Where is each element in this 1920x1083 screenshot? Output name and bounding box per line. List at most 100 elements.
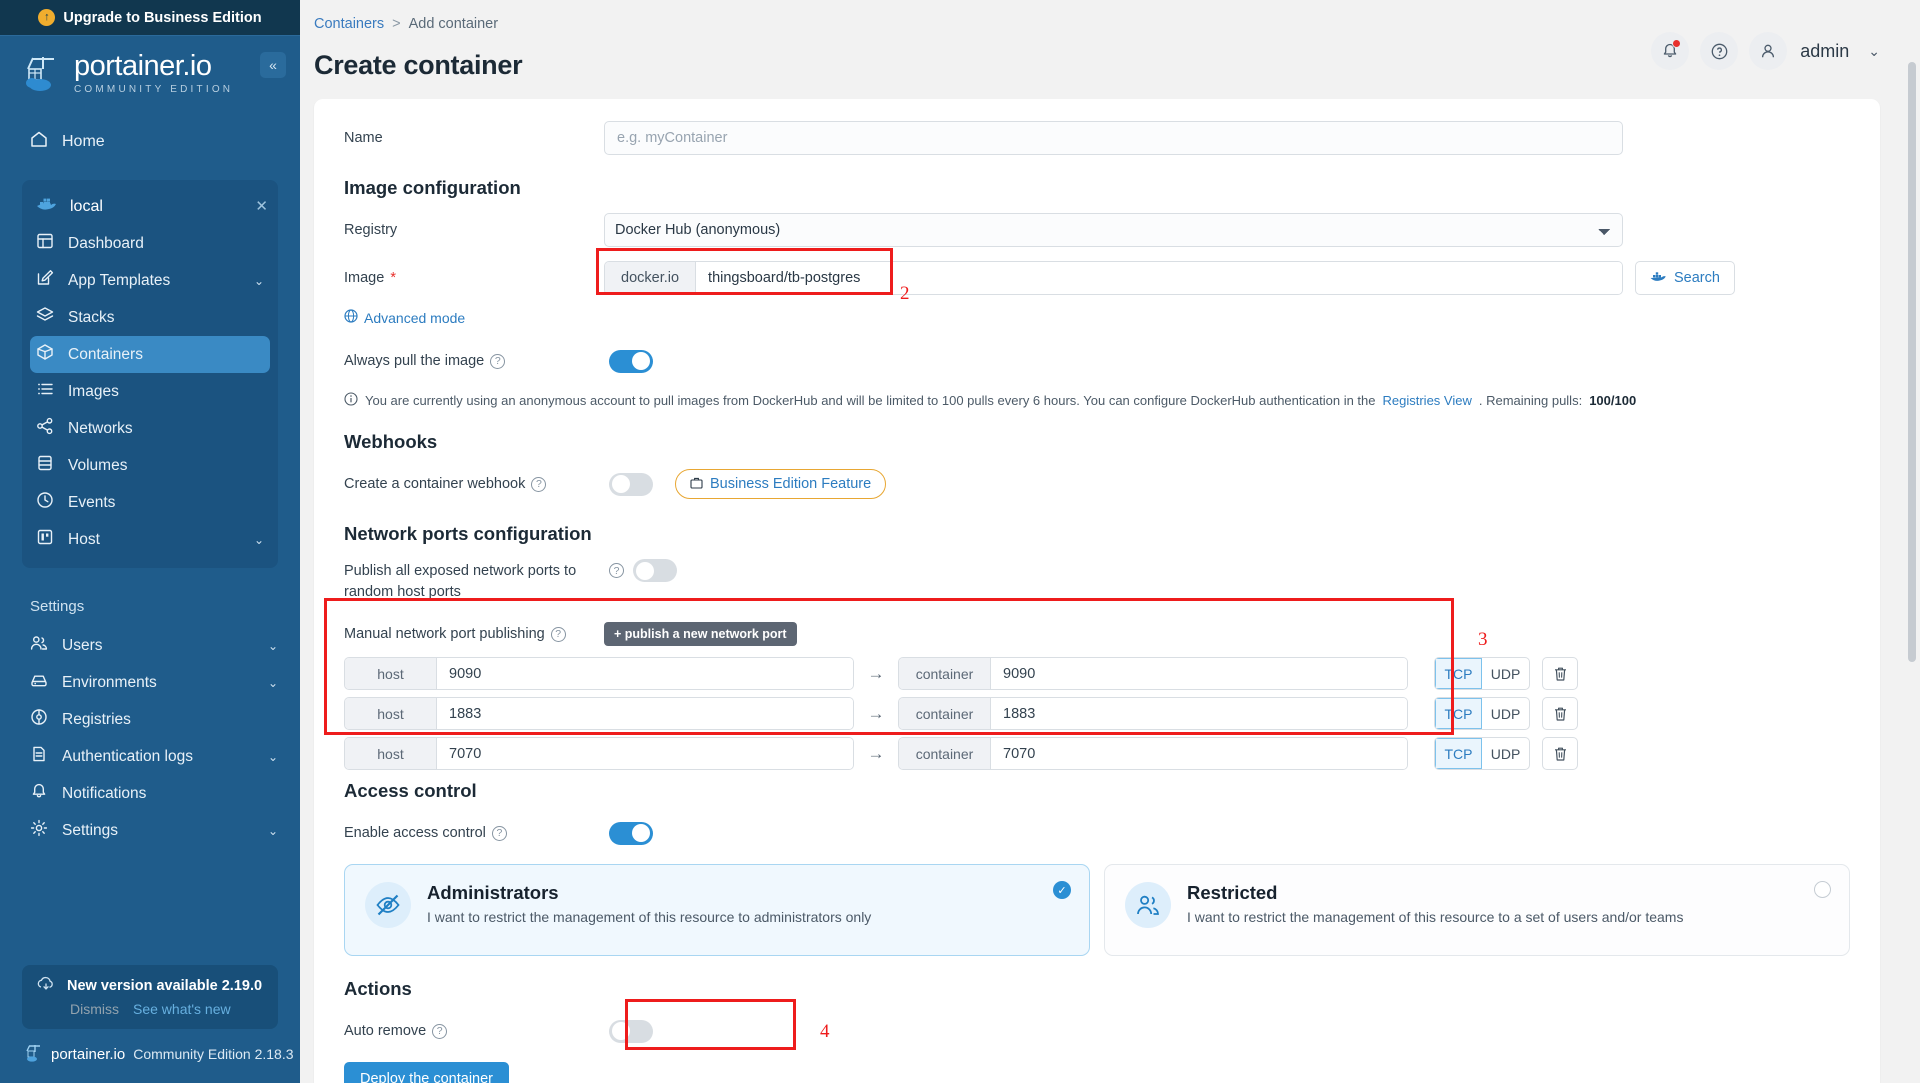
logo[interactable]: portainer.io COMMUNITY EDITION (0, 36, 300, 107)
advanced-mode-link[interactable]: Advanced mode (314, 309, 1880, 326)
sidebar-item-environments[interactable]: Environments ⌄ (0, 664, 300, 701)
sidebar-item-host[interactable]: Host ⌄ (22, 521, 278, 558)
sidebar-item-authentication-logs[interactable]: Authentication logs ⌄ (0, 738, 300, 775)
help-circle-icon[interactable] (1700, 32, 1739, 70)
whats-new-link[interactable]: See what's new (133, 1001, 231, 1017)
environment-selector[interactable]: local ✕ (22, 188, 278, 225)
question-icon[interactable]: ? (609, 563, 624, 578)
sidebar-item-dashboard[interactable]: Dashboard (22, 225, 278, 262)
stacks-icon (36, 306, 54, 329)
publish-all-toggle[interactable] (633, 559, 677, 582)
check-icon[interactable]: ✓ (1053, 881, 1071, 900)
chevron-down-icon[interactable]: ⌄ (268, 639, 278, 653)
container-port-input[interactable] (991, 698, 1407, 730)
image-input[interactable] (696, 262, 1622, 294)
sidebar-collapse-button[interactable]: « (260, 52, 286, 78)
main-content: Containers > Add container Create contai… (300, 0, 1920, 1083)
upgrade-banner[interactable]: ↑ Upgrade to Business Edition (0, 0, 300, 36)
chevron-down-icon[interactable]: ⌄ (254, 533, 264, 547)
sidebar-item-label: Volumes (68, 456, 128, 474)
access-option-administrators[interactable]: Administrators I want to restrict the man… (344, 864, 1090, 957)
protocol-tcp-button[interactable]: TCP (1435, 698, 1482, 730)
registries-view-link[interactable]: Registries View (1383, 393, 1472, 408)
arrow-right-icon: → (867, 703, 885, 723)
chevron-down-icon[interactable]: ⌄ (1868, 43, 1880, 60)
briefcase-icon (690, 476, 703, 492)
container-port-input[interactable] (991, 658, 1407, 690)
access-option-restricted[interactable]: Restricted I want to restrict the managem… (1104, 864, 1850, 957)
question-icon[interactable]: ? (531, 476, 547, 492)
sidebar-item-volumes[interactable]: Volumes (22, 447, 278, 484)
protocol-udp-button[interactable]: UDP (1482, 658, 1529, 689)
sidebar-footer: portainer.io Community Edition 2.18.3 (0, 1043, 300, 1083)
manual-publishing-row: Manual network port publishing ? + publi… (314, 617, 1880, 651)
upgrade-arrow-icon: ↑ (38, 9, 56, 26)
dismiss-link[interactable]: Dismiss (70, 1001, 119, 1017)
host-port-input[interactable] (437, 658, 853, 690)
publish-new-port-button[interactable]: + publish a new network port (604, 622, 797, 647)
footer-edition: Community Edition 2.18.3 (133, 1046, 294, 1062)
name-input[interactable] (604, 121, 1623, 155)
question-icon[interactable]: ? (432, 1023, 448, 1039)
breadcrumb-parent[interactable]: Containers (314, 16, 384, 32)
sidebar-item-users[interactable]: Users ⌄ (0, 627, 300, 664)
always-pull-row: Always pull the image ? (314, 344, 1880, 378)
host-port-input[interactable] (437, 698, 853, 730)
eye-off-icon (365, 882, 411, 929)
sidebar-item-containers[interactable]: Containers (30, 336, 270, 373)
container-port-input[interactable] (991, 738, 1407, 770)
deploy-container-button[interactable]: Deploy the container (344, 1062, 509, 1083)
sidebar-item-label: Users (62, 636, 103, 654)
sidebar-item-networks[interactable]: Networks (22, 410, 278, 447)
manual-publishing-label-text: Manual network port publishing (344, 626, 545, 643)
sidebar-item-events[interactable]: Events (22, 484, 278, 521)
auto-remove-label: Auto remove ? (344, 1023, 604, 1039)
home-icon (30, 130, 48, 153)
sidebar-item-notifications[interactable]: Notifications (0, 775, 300, 812)
protocol-tcp-button[interactable]: TCP (1435, 658, 1482, 690)
auto-remove-toggle[interactable] (609, 1019, 653, 1043)
trash-icon[interactable] (1542, 697, 1578, 731)
note-text-after: . Remaining pulls: (1478, 393, 1583, 408)
user-name[interactable]: admin (1800, 41, 1849, 62)
sidebar-item-stacks[interactable]: Stacks (22, 299, 278, 336)
protocol-udp-button[interactable]: UDP (1482, 738, 1529, 769)
trash-icon[interactable] (1542, 657, 1578, 691)
chevron-down-icon[interactable]: ⌄ (268, 824, 278, 838)
business-edition-badge-label: Business Edition Feature (710, 476, 872, 492)
question-icon[interactable]: ? (490, 353, 506, 369)
remaining-pulls-value: 100/100 (1589, 393, 1637, 408)
scrollbar-thumb[interactable] (1908, 62, 1916, 662)
registry-select[interactable]: Docker Hub (anonymous) (604, 213, 1623, 247)
host-port-input[interactable] (437, 738, 853, 770)
auto-remove-label-text: Auto remove (344, 1023, 427, 1040)
sidebar-item-settings[interactable]: Settings ⌄ (0, 812, 300, 849)
protocol-tcp-button[interactable]: TCP (1435, 738, 1482, 770)
question-icon[interactable]: ? (550, 626, 566, 642)
port-row: host → container TCPUDP (344, 737, 1850, 771)
trash-icon[interactable] (1542, 737, 1578, 771)
notifications-icon (30, 782, 48, 805)
always-pull-toggle[interactable] (609, 349, 653, 373)
user-avatar-icon[interactable] (1749, 32, 1788, 70)
access-option-description: I want to restrict the management of thi… (1187, 909, 1684, 926)
question-icon[interactable]: ? (491, 825, 507, 841)
sidebar-item-registries[interactable]: Registries (0, 701, 300, 738)
sidebar-item-app-templates[interactable]: App Templates ⌄ (22, 262, 278, 299)
container-port-group: container (898, 697, 1408, 731)
header-actions: admin ⌄ (1651, 32, 1880, 70)
chevron-down-icon[interactable]: ⌄ (268, 676, 278, 690)
close-icon[interactable]: ✕ (255, 197, 268, 215)
chevron-down-icon[interactable]: ⌄ (254, 274, 264, 288)
chevron-down-icon[interactable]: ⌄ (268, 750, 278, 764)
radio-button[interactable] (1814, 881, 1831, 899)
protocol-udp-button[interactable]: UDP (1482, 698, 1529, 729)
sidebar-item-images[interactable]: Images (22, 373, 278, 410)
enable-access-control-toggle[interactable] (609, 821, 653, 845)
host-prefix-label: host (345, 658, 437, 690)
sidebar-item-home[interactable]: Home (0, 121, 300, 162)
image-search-button[interactable]: Search (1635, 261, 1735, 295)
bell-icon[interactable] (1651, 32, 1690, 70)
create-webhook-toggle[interactable] (609, 472, 653, 496)
business-edition-badge[interactable]: Business Edition Feature (675, 469, 887, 499)
